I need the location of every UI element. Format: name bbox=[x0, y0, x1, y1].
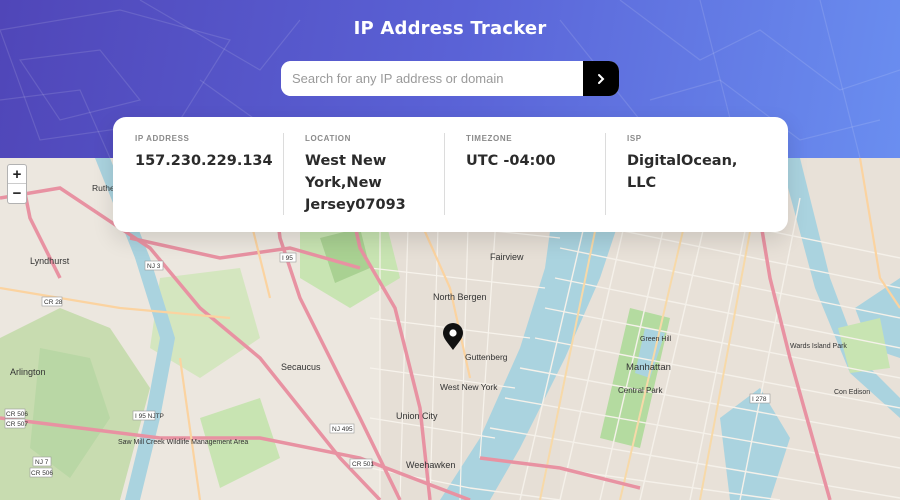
svg-text:CR 507: CR 507 bbox=[6, 421, 28, 428]
place-label: West New York bbox=[440, 382, 498, 392]
info-value: 157.230.229.134 bbox=[135, 153, 273, 169]
info-location: LOCATION West New York,New Jersey07093 bbox=[283, 133, 444, 232]
place-label: Guttenberg bbox=[465, 352, 508, 362]
road-shield: CR 501 bbox=[349, 458, 374, 469]
svg-text:CR 506: CR 506 bbox=[31, 470, 53, 477]
road-shield: NJ 7 bbox=[32, 456, 52, 467]
info-label: IP ADDRESS bbox=[135, 134, 190, 143]
info-label: TIMEZONE bbox=[466, 134, 513, 143]
svg-text:CR 506: CR 506 bbox=[6, 411, 28, 418]
svg-text:CR 501: CR 501 bbox=[352, 461, 374, 468]
svg-text:I 278: I 278 bbox=[752, 396, 767, 403]
road-shield: I 95 NJTP bbox=[132, 410, 164, 421]
info-ip-address: IP ADDRESS 157.230.229.134 bbox=[113, 133, 283, 232]
place-label: Ruthe bbox=[92, 183, 115, 193]
search-submit-button[interactable] bbox=[583, 61, 619, 96]
place-label: Wards Island Park bbox=[790, 343, 847, 350]
place-label: Union City bbox=[396, 411, 438, 421]
road-shield: CR 507 bbox=[4, 418, 28, 429]
road-shield: I 278 bbox=[749, 393, 771, 404]
svg-text:CR 28: CR 28 bbox=[44, 299, 63, 306]
search-bar bbox=[281, 61, 619, 96]
zoom-control: + − bbox=[7, 164, 27, 204]
info-value: West New York,New Jersey07093 bbox=[305, 153, 406, 213]
place-label: North Bergen bbox=[433, 292, 487, 302]
place-label: Manhattan bbox=[626, 362, 671, 373]
place-label: Saw Mill Creek Wildlife Management Area bbox=[118, 439, 248, 446]
zoom-out-button[interactable]: − bbox=[8, 184, 26, 203]
svg-text:NJ 495: NJ 495 bbox=[332, 426, 353, 433]
road-shield: I 95 bbox=[279, 252, 297, 263]
place-label: Fairview bbox=[490, 252, 524, 262]
svg-text:NJ 7: NJ 7 bbox=[35, 459, 49, 466]
chevron-right-icon bbox=[598, 73, 605, 84]
place-label: Secaucus bbox=[281, 362, 321, 372]
info-isp: ISP DigitalOcean, LLC bbox=[605, 133, 788, 232]
page-title: IP Address Tracker bbox=[353, 18, 547, 39]
place-label: Con Edison bbox=[834, 389, 870, 396]
info-value: DigitalOcean, LLC bbox=[627, 153, 738, 191]
svg-text:NJ 3: NJ 3 bbox=[147, 263, 161, 270]
road-shield: CR 506 bbox=[29, 467, 53, 478]
search-input[interactable] bbox=[281, 61, 583, 96]
svg-text:I 95 NJTP: I 95 NJTP bbox=[135, 413, 164, 420]
place-label: Green Hill bbox=[640, 336, 672, 343]
road-shield: NJ 495 bbox=[329, 423, 355, 434]
info-label: LOCATION bbox=[305, 134, 351, 143]
ip-info-card: IP ADDRESS 157.230.229.134 LOCATION West… bbox=[113, 117, 788, 232]
road-shield: CR 506 bbox=[4, 408, 28, 419]
svg-text:I 95: I 95 bbox=[282, 255, 293, 262]
info-label: ISP bbox=[627, 134, 642, 143]
place-label: Weehawken bbox=[406, 460, 455, 470]
road-shield: NJ 3 bbox=[144, 260, 164, 271]
road-shield: CR 28 bbox=[41, 296, 63, 307]
zoom-in-button[interactable]: + bbox=[8, 165, 26, 184]
info-value: UTC -04:00 bbox=[466, 153, 556, 169]
info-timezone: TIMEZONE UTC -04:00 bbox=[444, 133, 605, 232]
place-label: Arlington bbox=[10, 367, 46, 377]
place-label: Central Park bbox=[618, 386, 663, 395]
place-label: Lyndhurst bbox=[30, 256, 70, 266]
